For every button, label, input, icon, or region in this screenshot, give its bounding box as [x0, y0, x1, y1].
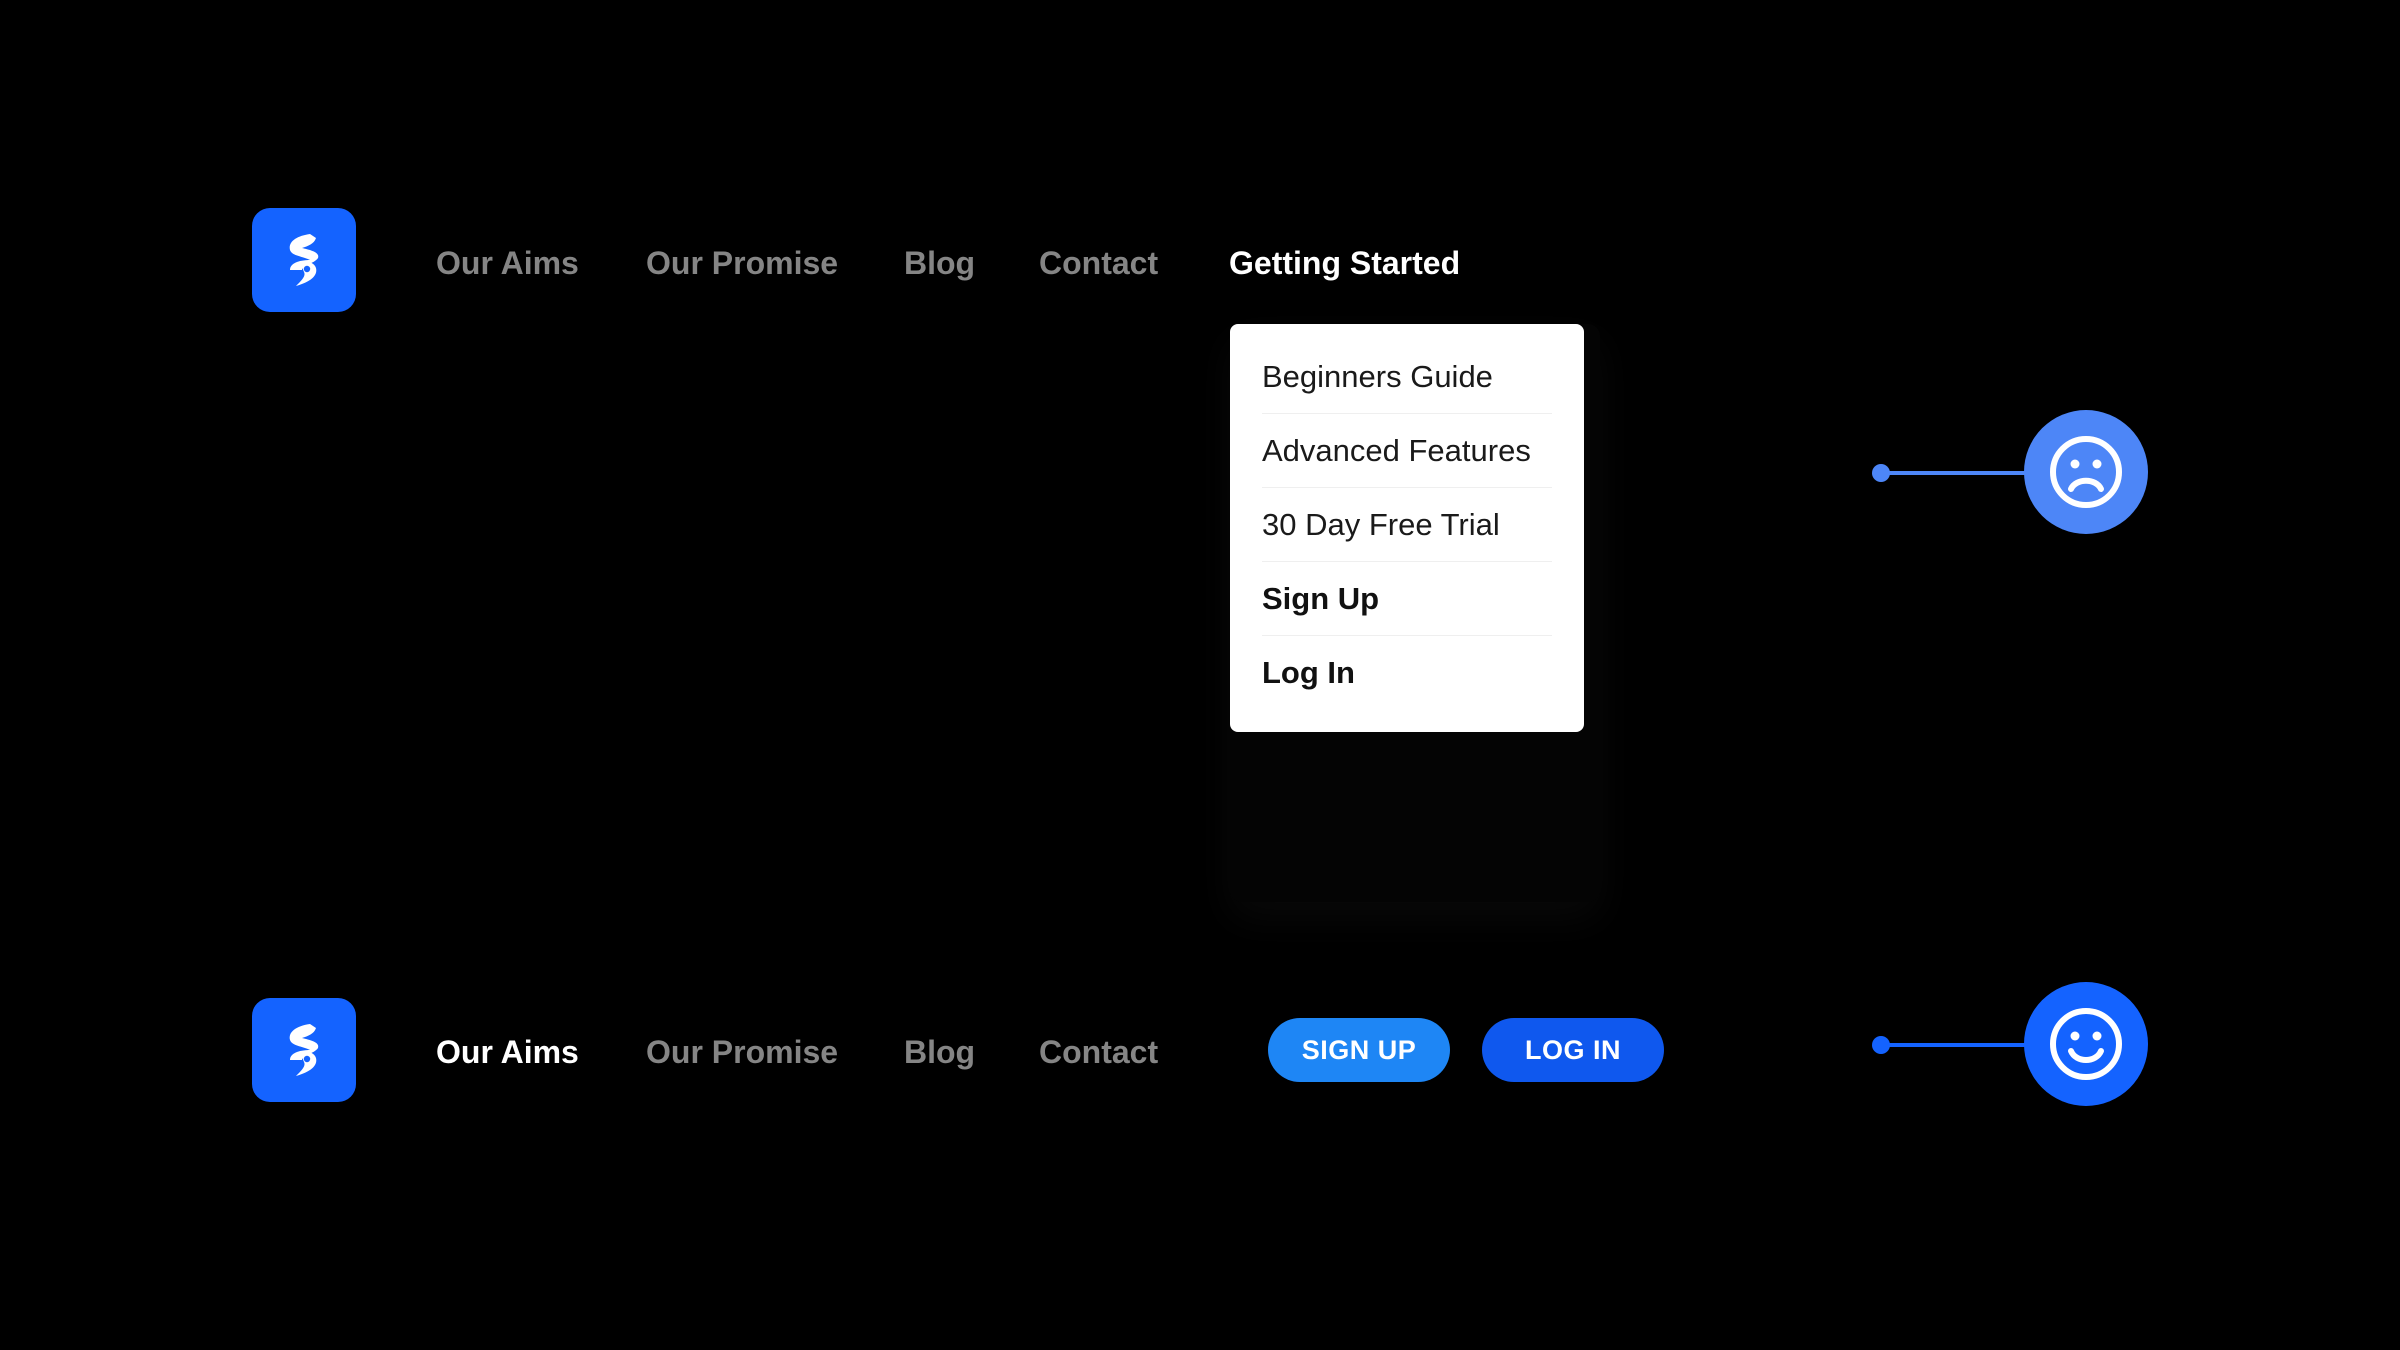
dropdown-item-sign-up[interactable]: Sign Up	[1262, 562, 1552, 636]
nav-our-promise[interactable]: Our Promise	[646, 243, 838, 283]
top-nav: Our Aims Our Promise Blog Contact Gettin…	[0, 243, 1700, 283]
sad-indicator	[1872, 410, 2152, 536]
nav-getting-started[interactable]: Getting Started	[1229, 243, 1460, 283]
dropdown-item-advanced-features[interactable]: Advanced Features	[1262, 414, 1552, 488]
nav-blog[interactable]: Blog	[904, 243, 975, 283]
nav-contact[interactable]: Contact	[1039, 243, 1158, 283]
nav-blog[interactable]: Blog	[904, 1032, 975, 1072]
nav-our-aims[interactable]: Our Aims	[436, 243, 579, 283]
dropdown-item-log-in[interactable]: Log In	[1262, 636, 1552, 709]
nav-our-promise[interactable]: Our Promise	[646, 1032, 838, 1072]
getting-started-dropdown: Beginners Guide Advanced Features 30 Day…	[1230, 324, 1584, 732]
sad-face-icon	[2024, 410, 2148, 534]
indicator-line	[1881, 1043, 2031, 1047]
log-in-button[interactable]: LOG IN	[1482, 1018, 1664, 1082]
happy-indicator	[1872, 982, 2152, 1108]
happy-face-icon	[2024, 982, 2148, 1106]
canvas: Our Aims Our Promise Blog Contact Gettin…	[0, 0, 2400, 1350]
dropdown-item-free-trial[interactable]: 30 Day Free Trial	[1262, 488, 1552, 562]
nav-contact[interactable]: Contact	[1039, 1032, 1158, 1072]
sign-up-button[interactable]: SIGN UP	[1268, 1018, 1450, 1082]
nav-our-aims[interactable]: Our Aims	[436, 1032, 579, 1072]
indicator-line	[1881, 471, 2031, 475]
dropdown-item-beginners-guide[interactable]: Beginners Guide	[1262, 340, 1552, 414]
